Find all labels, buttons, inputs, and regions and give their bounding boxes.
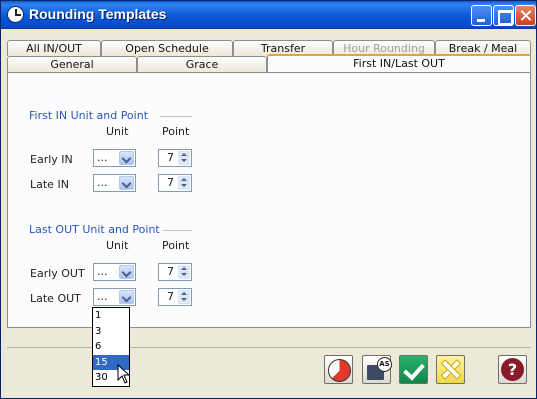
tab-page-first-in-last-out: First IN Unit and Point Unit Point Early… [7, 72, 531, 328]
mouse-cursor-icon [117, 364, 131, 384]
last-out-group-title: Last OUT Unit and Point [29, 223, 160, 236]
minimize-button[interactable] [471, 5, 492, 26]
first-in-group-title: First IN Unit and Point [29, 109, 149, 122]
early-out-point-value: 7 [167, 265, 174, 278]
late-out-unit-value: ... [97, 290, 108, 303]
late-in-unit-value: ... [97, 176, 108, 189]
late-in-label: Late IN [30, 178, 69, 191]
window-title: Rounding Templates [29, 6, 167, 22]
last-out-unit-header: Unit [106, 239, 129, 252]
dropdown-option[interactable]: 1 [93, 308, 129, 324]
early-out-point-spinner[interactable]: 7 [158, 263, 192, 281]
first-in-point-header: Point [162, 125, 190, 138]
late-out-unit-select[interactable]: ... [93, 288, 136, 306]
spin-down-icon[interactable] [178, 297, 190, 304]
late-out-point-value: 7 [167, 290, 174, 303]
tab-open-schedule[interactable]: Open Schedule [101, 40, 233, 56]
tab-first-in-last-out[interactable]: First IN/Last OUT [267, 54, 531, 72]
help-icon[interactable] [498, 355, 527, 384]
chevron-down-icon[interactable] [119, 176, 134, 190]
last-out-group-divider [163, 230, 192, 231]
chevron-down-icon[interactable] [119, 151, 134, 165]
spin-down-icon[interactable] [178, 272, 190, 279]
early-in-point-spinner[interactable]: 7 [158, 149, 192, 167]
spin-up-icon[interactable] [178, 265, 190, 272]
late-in-unit-select[interactable]: ... [93, 174, 136, 192]
chevron-down-icon[interactable] [119, 290, 134, 304]
tab-row-bottom: General Grace First IN/Last OUT [7, 54, 531, 72]
maximize-button[interactable] [493, 5, 514, 26]
title-bar: Rounding Templates [1, 1, 536, 29]
late-in-point-spinner[interactable]: 7 [158, 174, 192, 192]
first-in-group-divider [160, 116, 192, 117]
close-button[interactable] [515, 5, 536, 26]
early-in-unit-select[interactable]: ... [93, 149, 136, 167]
tab-general[interactable]: General [7, 56, 137, 72]
spin-up-icon[interactable] [178, 151, 190, 158]
dropdown-option[interactable]: 6 [93, 339, 129, 355]
late-out-label: Late OUT [30, 292, 81, 305]
spin-up-icon[interactable] [178, 290, 190, 297]
early-out-label: Early OUT [30, 267, 85, 280]
tab-all-in-out[interactable]: All IN/OUT [7, 40, 101, 56]
early-in-label: Early IN [30, 153, 73, 166]
clock-icon[interactable] [324, 355, 353, 384]
early-out-unit-value: ... [97, 265, 108, 278]
tab-grace[interactable]: Grace [137, 56, 267, 72]
cancel-icon[interactable] [436, 355, 465, 384]
early-in-unit-value: ... [97, 151, 108, 164]
late-in-point-value: 7 [167, 176, 174, 189]
rounding-templates-window: Rounding Templates All IN/OUT Open Sched… [0, 0, 537, 399]
dropdown-option[interactable]: 3 [93, 324, 129, 340]
first-in-unit-header: Unit [106, 125, 129, 138]
late-out-point-spinner[interactable]: 7 [158, 288, 192, 306]
early-in-point-value: 7 [167, 151, 174, 164]
clock-icon [7, 6, 24, 23]
save-as-icon[interactable] [362, 355, 392, 384]
checkmark-icon[interactable] [399, 355, 428, 384]
chevron-down-icon[interactable] [119, 265, 134, 279]
last-out-point-header: Point [162, 239, 190, 252]
early-out-unit-select[interactable]: ... [93, 263, 136, 281]
spin-up-icon[interactable] [178, 176, 190, 183]
spin-down-icon[interactable] [178, 158, 190, 165]
spin-down-icon[interactable] [178, 183, 190, 190]
